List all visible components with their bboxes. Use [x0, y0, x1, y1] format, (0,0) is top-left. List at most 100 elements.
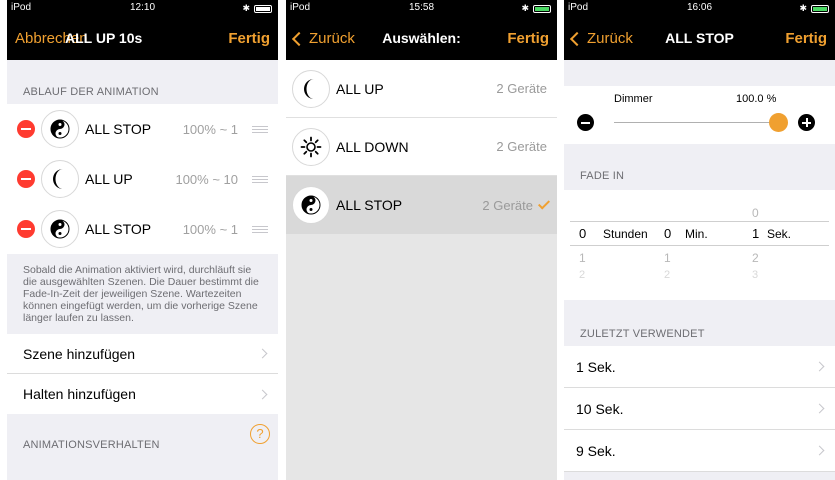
section-header-recent: ZULETZT VERWENDET: [580, 328, 705, 340]
scene-row[interactable]: ALL STOP 100% ~ 1: [7, 204, 278, 254]
dimmer-slider-track[interactable]: [614, 122, 784, 123]
phone-screen-animation-editor: iPod 12:10 ✱ Abbrechen ALL UP 10s Fertig…: [7, 0, 278, 480]
scene-icon-badge: [41, 210, 79, 248]
yin-yang-icon: [301, 195, 321, 215]
scene-option-row[interactable]: ALL STOP 2 Geräte: [286, 176, 557, 234]
device-count: 2 Geräte: [496, 81, 547, 96]
delete-scene-button[interactable]: [17, 120, 35, 138]
picker-seconds-above: 0: [752, 206, 759, 220]
picker-hours-below: 1: [579, 251, 586, 265]
chevron-right-icon: [814, 361, 825, 372]
scene-name: ALL DOWN: [336, 138, 409, 155]
scene-name: ALL STOP: [336, 197, 403, 213]
clock: 15:58: [408, 2, 435, 13]
battery-icon: ✱: [242, 3, 272, 14]
picker-minutes-unit: Min.: [685, 227, 708, 241]
device-count: 2 Geräte: [482, 196, 551, 213]
recent-duration-item[interactable]: 1 Sek.: [564, 346, 835, 388]
scene-list: ALL STOP 100% ~ 1 ALL UP 100% ~ 10 ALL S…: [7, 104, 278, 254]
nav-bar: Zurück Auswählen: Fertig: [286, 16, 557, 60]
picker-divider: [570, 221, 829, 222]
chevron-right-icon: [814, 445, 825, 456]
scene-icon-badge: [292, 127, 330, 166]
picker-hours-below2: 2: [579, 269, 586, 281]
scene-icon-badge: [292, 69, 330, 108]
increase-dimmer-button[interactable]: [798, 114, 815, 131]
scene-icon-badge: [41, 110, 79, 148]
scene-icon-badge: [41, 160, 79, 198]
scene-value: 100% ~ 10: [175, 171, 238, 187]
scene-row[interactable]: ALL UP 100% ~ 10: [7, 154, 278, 204]
scene-icon-badge: [292, 186, 330, 224]
add-scene-button[interactable]: Szene hinzufügen: [7, 334, 278, 374]
done-button[interactable]: Fertig: [785, 30, 827, 47]
reorder-handle-icon[interactable]: [252, 175, 268, 183]
clock: 12:10: [129, 2, 156, 13]
dimmer-cell: Dimmer 100.0 %: [564, 86, 835, 144]
reorder-handle-icon[interactable]: [252, 125, 268, 133]
section-header-sequence: ABLAUF DER ANIMATION: [23, 86, 159, 98]
scene-option-row[interactable]: ALL UP 2 Geräte: [286, 60, 557, 118]
dimmer-value: 100.0 %: [736, 93, 777, 105]
scene-option-row[interactable]: ALL DOWN 2 Geräte: [286, 118, 557, 176]
scene-row[interactable]: ALL STOP 100% ~ 1: [7, 104, 278, 154]
checkmark-icon: [537, 196, 551, 210]
battery-icon: ✱: [799, 3, 829, 14]
section-header-behavior: ANIMATIONSVERHALTEN: [23, 439, 160, 451]
add-scene-label: Szene hinzufügen: [23, 345, 136, 362]
help-icon[interactable]: ?: [250, 424, 270, 444]
recent-duration-item[interactable]: 9 Sek.: [564, 430, 835, 472]
delete-scene-button[interactable]: [17, 170, 35, 188]
section-header-fade-in: FADE IN: [580, 170, 625, 182]
picker-seconds-below2: 3: [752, 269, 759, 281]
chevron-right-icon: [257, 389, 268, 399]
decrease-dimmer-button[interactable]: [577, 114, 594, 131]
picker-seconds-below: 2: [752, 251, 759, 265]
scene-value: 100% ~ 1: [182, 121, 238, 137]
add-hold-button[interactable]: Halten hinzufügen: [7, 374, 278, 414]
clock: 16:06: [686, 2, 713, 13]
picker-hours-value[interactable]: 0: [579, 226, 586, 241]
battery-icon: ✱: [521, 3, 551, 14]
add-hold-label: Halten hinzufügen: [23, 386, 136, 402]
nav-title: ALL UP 10s: [65, 30, 143, 46]
picker-minutes-value[interactable]: 0: [664, 226, 671, 241]
picker-divider: [570, 245, 829, 246]
yin-yang-icon: [50, 219, 70, 239]
scene-name: ALL STOP: [85, 121, 152, 137]
recent-duration-label: 9 Sek.: [576, 442, 616, 459]
recent-duration-label: 10 Sek.: [576, 400, 624, 417]
done-button[interactable]: Fertig: [228, 30, 270, 47]
nav-bar: Abbrechen ALL UP 10s Fertig: [7, 16, 278, 60]
device-count: 2 Geräte: [496, 139, 547, 154]
moon-icon: [53, 169, 63, 189]
info-note: Sobald die Animation aktiviert wird, dur…: [23, 264, 259, 324]
scene-value: 100% ~ 1: [182, 221, 238, 237]
scene-list: ALL UP 2 Geräte ALL DOWN 2 Geräte ALL ST…: [286, 60, 557, 234]
picker-seconds-value[interactable]: 1: [752, 226, 759, 241]
recent-duration-item[interactable]: 10 Sek.: [564, 388, 835, 430]
sun-icon: [300, 136, 322, 157]
recent-durations-list: 1 Sek. 10 Sek. 9 Sek.: [564, 346, 835, 472]
picker-seconds-unit: Sek.: [767, 227, 792, 241]
scene-name: ALL STOP: [85, 221, 152, 237]
chevron-right-icon: [257, 348, 268, 359]
recent-duration-label: 1 Sek.: [576, 358, 616, 375]
delete-scene-button[interactable]: [17, 220, 35, 238]
reorder-handle-icon[interactable]: [252, 225, 268, 233]
picker-hours-unit: Stunden: [603, 227, 648, 241]
nav-bar: Zurück ALL STOP Fertig: [564, 16, 835, 60]
done-button[interactable]: Fertig: [507, 30, 549, 47]
phone-screen-scene-settings: iPod 16:06 ✱ Zurück ALL STOP Fertig Dimm…: [564, 0, 835, 480]
status-bar: iPod 16:06 ✱: [564, 0, 835, 16]
picker-minutes-below: 1: [664, 251, 671, 265]
phone-screen-scene-picker: iPod 15:58 ✱ Zurück Auswählen: Fertig AL…: [286, 0, 557, 480]
chevron-right-icon: [814, 403, 825, 414]
status-bar: iPod 15:58 ✱: [286, 0, 557, 16]
moon-icon: [304, 78, 314, 99]
dimmer-slider-thumb[interactable]: [768, 113, 788, 132]
scene-name: ALL UP: [336, 80, 384, 97]
dimmer-label: Dimmer: [614, 93, 653, 105]
yin-yang-icon: [50, 119, 70, 139]
fade-in-time-picker[interactable]: 0 0 Stunden 0 Min. 1 Sek. 1 1 2 2 2 3: [564, 204, 835, 300]
